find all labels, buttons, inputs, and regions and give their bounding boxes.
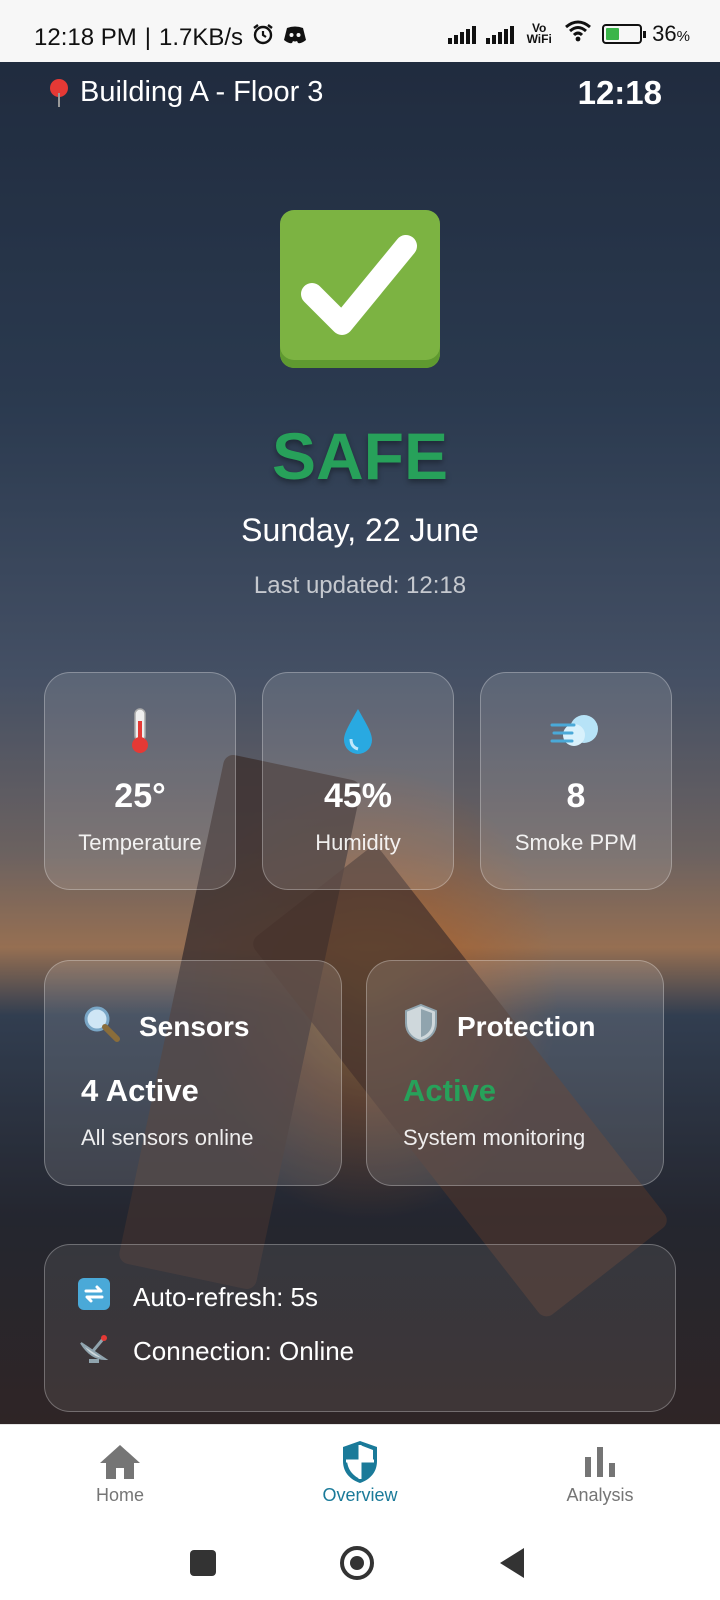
water-drop-icon — [263, 707, 453, 755]
sensors-card-header: Sensors — [81, 1003, 250, 1050]
date-label: Sunday, 22 June — [241, 512, 479, 548]
sensors-subtitle: All sensors online — [81, 1125, 254, 1150]
temperature-card[interactable]: 25° Temperature — [44, 672, 236, 890]
nav-overview[interactable]: Overview — [290, 1439, 430, 1506]
refresh-icon — [77, 1277, 111, 1318]
battery-level: 36% — [652, 21, 690, 46]
nav-analysis[interactable]: Analysis — [530, 1439, 670, 1506]
recents-button[interactable] — [190, 1550, 216, 1576]
connection-row: Connection: Online — [77, 1331, 354, 1372]
nav-overview-label: Overview — [322, 1485, 398, 1505]
status-time: 12:18 PM — [34, 23, 137, 51]
status-bar-right: Vo WiFi 36% — [448, 20, 690, 48]
auto-refresh-row: Auto-refresh: 5s — [77, 1277, 318, 1318]
sensors-title: Sensors — [139, 1010, 250, 1042]
protection-status: Active — [403, 1073, 497, 1108]
nav-home[interactable]: Home — [50, 1439, 190, 1506]
header-clock: 12:18 — [577, 74, 662, 111]
bar-chart-icon — [530, 1439, 670, 1485]
location-label: Building A - Floor 3 — [48, 76, 323, 109]
location-text: Building A - Floor 3 — [80, 76, 324, 108]
humidity-value: 45% — [323, 777, 393, 815]
sensors-card[interactable]: Sensors 4 Active All sensors online — [44, 960, 342, 1186]
smoke-card[interactable]: 8 Smoke PPM — [480, 672, 672, 890]
shield-icon — [403, 1003, 439, 1050]
connection-text: Connection: Online — [133, 1336, 355, 1366]
protection-card[interactable]: Protection Active System monitoring — [366, 960, 664, 1186]
battery-icon — [602, 24, 647, 44]
protection-title: Protection — [457, 1010, 596, 1042]
nav-home-label: Home — [95, 1485, 144, 1505]
connection-info-panel: Auto-refresh: 5s Connection: Online — [44, 1244, 676, 1412]
check-mark-icon — [280, 210, 440, 368]
alarm-icon — [251, 22, 275, 53]
protection-card-header: Protection — [403, 1003, 595, 1050]
home-button[interactable] — [340, 1546, 374, 1580]
smoke-icon — [481, 707, 671, 755]
humidity-card[interactable]: 45% Humidity — [262, 672, 454, 890]
wifi-icon — [564, 20, 592, 48]
sensors-status: 4 Active — [81, 1073, 199, 1108]
last-updated-label: Last updated: 12:18 — [253, 572, 467, 599]
temperature-label: Temperature — [78, 830, 202, 855]
back-button[interactable] — [500, 1548, 524, 1578]
pin-icon — [48, 78, 70, 107]
system-navigation-bar — [0, 1530, 720, 1600]
shield-icon — [290, 1439, 430, 1485]
signal-icon — [486, 24, 515, 44]
smoke-label: Smoke PPM — [514, 830, 638, 855]
signal-icon — [448, 24, 477, 44]
bottom-navigation: Home Overview Analysis — [0, 1424, 720, 1530]
satellite-icon — [77, 1331, 111, 1372]
network-speed: 1.7KB/s — [158, 23, 244, 51]
temperature-value: 25° — [114, 777, 166, 815]
protection-subtitle: System monitoring — [403, 1125, 586, 1150]
safety-status-label: SAFE — [271, 419, 449, 493]
nav-analysis-label: Analysis — [566, 1485, 634, 1505]
auto-refresh-text: Auto-refresh: 5s — [133, 1282, 318, 1312]
status-bar: 12:18 PM | 1.7KB/s Vo WiFi 36% — [0, 0, 720, 62]
discord-icon — [283, 24, 307, 52]
magnifier-icon — [81, 1003, 121, 1050]
humidity-label: Humidity — [315, 830, 401, 855]
status-bar-left: 12:18 PM | 1.7KB/s — [34, 22, 307, 53]
smoke-value: 8 — [566, 777, 586, 815]
home-icon — [50, 1439, 190, 1485]
thermometer-icon — [45, 707, 235, 755]
volte-label: Vo WiFi — [526, 21, 552, 46]
